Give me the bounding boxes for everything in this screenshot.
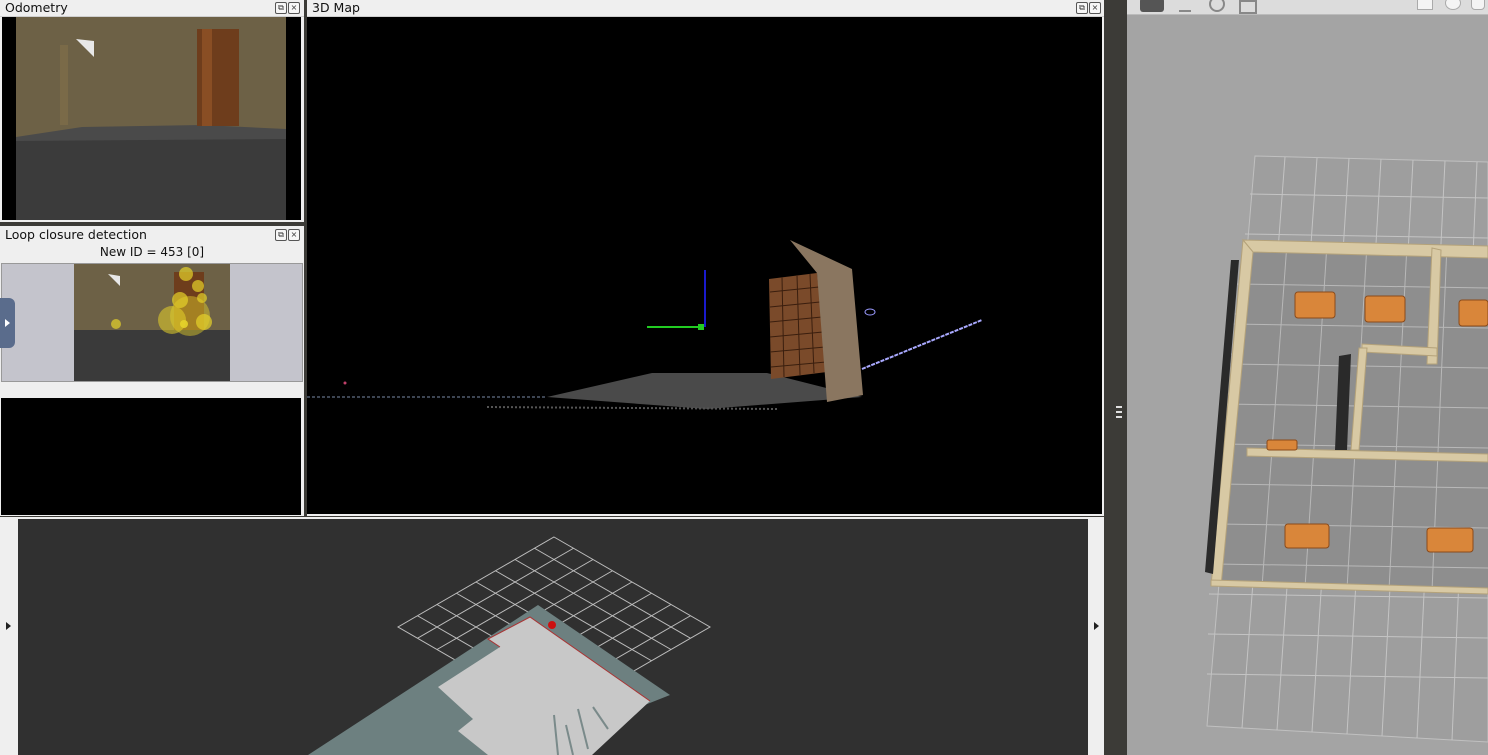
expand-right-icon[interactable]	[1094, 622, 1099, 630]
odometry-camera-image	[2, 17, 301, 220]
loop-closure-image	[74, 264, 230, 381]
loop-closure-title-bar[interactable]: Loop closure detection ⧉ ×	[0, 226, 304, 242]
scale-mode-icon[interactable]	[1239, 0, 1257, 14]
loop-closure-secondary-view	[1, 398, 301, 515]
side-dock-handle[interactable]	[0, 298, 15, 348]
map3d-title: 3D Map	[312, 0, 360, 15]
window-splitter[interactable]	[1104, 0, 1127, 755]
float-icon[interactable]: ⧉	[275, 229, 287, 241]
float-icon[interactable]: ⧉	[275, 2, 287, 14]
free-space	[438, 617, 650, 755]
grid-map-panel	[0, 517, 1104, 755]
select-mode-icon[interactable]	[1140, 0, 1164, 12]
play-icon	[5, 319, 10, 327]
loop-closure-status: New ID = 453 [0]	[99, 245, 205, 259]
close-icon[interactable]: ×	[288, 2, 300, 14]
robot-marker	[548, 621, 556, 629]
float-icon[interactable]: ⧉	[1076, 2, 1088, 14]
splitter-grip[interactable]	[1116, 406, 1122, 420]
loop-closure-image-frame	[1, 263, 303, 382]
expand-left-icon[interactable]	[6, 622, 11, 630]
map3d-viewport[interactable]	[307, 17, 1102, 514]
translate-mode-icon[interactable]	[1179, 0, 1191, 12]
odometry-title: Odometry	[5, 0, 68, 15]
box-shape-icon[interactable]	[1417, 0, 1433, 10]
close-icon[interactable]: ×	[288, 229, 300, 241]
map3d-title-bar[interactable]: 3D Map ⧉ ×	[307, 0, 1104, 17]
close-icon[interactable]: ×	[1089, 2, 1101, 14]
loop-closure-panel: Loop closure detection ⧉ × New ID = 453 …	[0, 226, 304, 516]
gazebo-panel	[1127, 0, 1488, 755]
occupancy-grid-map	[308, 536, 712, 755]
laser-scan	[861, 319, 983, 370]
map3d-point-cloud	[307, 240, 983, 410]
loop-closure-title: Loop closure detection	[5, 227, 147, 242]
grid-map-viewport[interactable]	[18, 519, 1088, 755]
rotate-mode-icon[interactable]	[1209, 0, 1225, 12]
odometry-panel: Odometry ⧉ ×	[0, 0, 304, 222]
sphere-shape-icon[interactable]	[1445, 0, 1461, 10]
gazebo-toolbar	[1127, 0, 1488, 15]
left-collapse-strip[interactable]	[0, 517, 17, 755]
odometry-title-bar[interactable]: Odometry ⧉ ×	[0, 0, 304, 17]
right-collapse-strip[interactable]	[1089, 517, 1104, 755]
floor-points	[547, 373, 862, 409]
map3d-panel: 3D Map ⧉ ×	[307, 0, 1104, 516]
cylinder-shape-icon[interactable]	[1471, 0, 1485, 10]
gazebo-world-view[interactable]	[1127, 14, 1488, 755]
odometry-camera-view	[2, 17, 301, 220]
